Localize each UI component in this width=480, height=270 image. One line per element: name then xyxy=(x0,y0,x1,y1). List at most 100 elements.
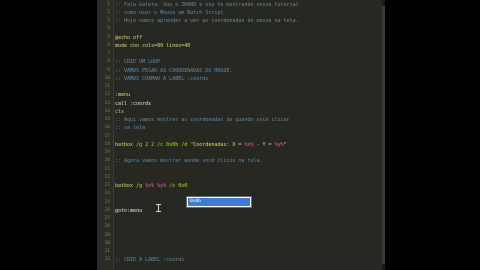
code-text: :: VAMOS PEGAR AS COORDENADAS DO MOUSE. xyxy=(115,67,232,75)
code-line[interactable]: 15:: Aqui vamos mostrar as coordenadas d… xyxy=(97,116,382,124)
line-number: 21 xyxy=(104,166,110,172)
code-line[interactable]: 29 xyxy=(97,232,382,240)
line-number: 7 xyxy=(107,51,110,56)
code-token: :: Fala Galera. Sou o ZHARD e vou te mos… xyxy=(115,1,299,8)
code-editor[interactable]: 1:: Fala Galera. Sou o ZHARD e vou te mo… xyxy=(97,0,385,270)
code-text: :: na tela xyxy=(115,124,145,132)
code-token: :: Aqui vamos mostrar as coordenadas de … xyxy=(115,117,290,123)
scrollbar-thumb[interactable] xyxy=(382,6,385,264)
line-number: 29 xyxy=(104,232,110,238)
line-number: 6 xyxy=(107,42,110,48)
code-text: :: CRIE UM LOOP xyxy=(115,58,160,66)
line-number: 23 xyxy=(104,183,110,188)
line-number: 17 xyxy=(104,133,110,139)
code-token: call :coords xyxy=(115,100,152,107)
code-token: :: Hoje vamos aprender a ver as coordena… xyxy=(115,18,299,24)
line-number: 9 xyxy=(107,67,110,73)
code-text: :: Aqui vamos mostrar as coordenadas de … xyxy=(115,116,290,124)
code-token: :: Agora vamos mostrar aonde você clicou… xyxy=(115,158,263,165)
code-text: goto:menu xyxy=(115,207,142,215)
code-line[interactable]: 11 xyxy=(97,83,382,91)
code-line[interactable]: 31 xyxy=(97,248,382,256)
code-text: batbox /g %x% %y% /c 0x0 xyxy=(115,182,187,190)
line-number: 20 xyxy=(104,158,110,164)
code-line[interactable]: 17 xyxy=(97,133,382,141)
code-line[interactable]: 6 mode con cols=80 lines=40 xyxy=(97,42,382,50)
code-text: :: CRIE A LABEL :coords xyxy=(115,256,184,264)
code-text: :menu xyxy=(115,91,130,99)
autocomplete-item[interactable]: 0x0b xyxy=(188,198,250,206)
code-line[interactable]: 4 xyxy=(97,25,382,33)
code-line[interactable]: 9:: VAMOS PEGAR AS COORDENADAS DO MOUSE. xyxy=(97,67,382,75)
code-text: @echo off xyxy=(115,34,142,42)
line-number: 11 xyxy=(104,84,110,89)
code-token: :: CRIE A LABEL :coords xyxy=(115,257,185,264)
code-line[interactable]: 18 batbox /g 2 2 /c 0x0b /d "Coordenadas:… xyxy=(97,141,382,149)
code-token: %y% xyxy=(274,141,284,148)
code-area[interactable]: 1:: Fala Galera. Sou o ZHARD e vou te mo… xyxy=(97,0,382,270)
line-number: 27 xyxy=(104,216,110,221)
code-token: batbox xyxy=(115,141,137,148)
line-number: 25 xyxy=(104,199,110,205)
autocomplete-popup[interactable]: 0x0b xyxy=(186,196,252,208)
code-line[interactable]: 1:: Fala Galera. Sou o ZHARD e vou te mo… xyxy=(97,1,382,9)
code-token: :: CRIE UM LOOP xyxy=(115,59,161,66)
code-text: :: VAMOS CHAMAR A LABEL :coords xyxy=(115,75,208,83)
code-line[interactable]: 12:menu xyxy=(97,91,382,99)
code-token: /g xyxy=(136,183,146,189)
vertical-scrollbar[interactable] xyxy=(382,0,385,270)
code-token: " xyxy=(283,141,287,148)
code-line[interactable]: 14 cls xyxy=(97,108,382,116)
line-number: 15 xyxy=(104,117,110,122)
code-token: mode con cols=80 lines=40 xyxy=(115,42,191,49)
code-text: :: Fala Galera. Sou o ZHARD e vou te mos… xyxy=(115,1,299,9)
line-number: 31 xyxy=(104,249,110,254)
code-text: :: como usar o Mouse em Batch Script xyxy=(115,9,223,17)
line-number: 4 xyxy=(107,26,110,32)
code-token: goto:menu xyxy=(115,207,143,214)
line-number: 10 xyxy=(104,75,110,81)
code-line[interactable]: 27 xyxy=(97,215,382,223)
code-token: :: como usar o Mouse em Batch Script xyxy=(115,9,224,16)
code-token: :: VAMOS CHAMAR A LABEL :coords xyxy=(115,75,209,82)
code-line[interactable]: 30 xyxy=(97,240,382,248)
line-number: 28 xyxy=(104,224,110,230)
code-line[interactable]: 19 xyxy=(97,149,382,157)
code-line[interactable]: 23 batbox /g %x% %y% /c 0x0 xyxy=(97,182,382,190)
code-token: cls xyxy=(115,108,125,115)
line-number: 14 xyxy=(104,108,110,114)
code-line[interactable]: 10:: VAMOS CHAMAR A LABEL :coords xyxy=(97,75,382,83)
code-token: batbox xyxy=(115,183,137,189)
code-token: /g 2 2 /c 0x0b /d xyxy=(136,141,191,148)
line-number: 30 xyxy=(104,240,110,246)
line-number: 18 xyxy=(104,141,110,147)
code-line[interactable]: 3:: Hoje vamos aprender a ver as coorden… xyxy=(97,17,382,25)
code-line[interactable]: 28 xyxy=(97,223,382,231)
line-number: 13 xyxy=(104,100,110,106)
code-token: %x% xyxy=(145,183,155,189)
code-line[interactable]: 22 xyxy=(97,174,382,182)
code-token: :: VAMOS PEGAR AS COORDENADAS DO MOUSE. xyxy=(115,67,233,74)
code-text: :: Hoje vamos aprender a ver as coordena… xyxy=(115,17,299,25)
line-number: 26 xyxy=(104,207,110,213)
line-number: 8 xyxy=(107,59,110,65)
line-number: 1 xyxy=(107,1,110,7)
code-text: call :coords xyxy=(115,100,151,108)
code-line[interactable]: 7 xyxy=(97,50,382,58)
code-text: cls xyxy=(115,108,124,116)
code-line[interactable]: 20:: Agora vamos mostrar aonde você clic… xyxy=(97,157,382,165)
code-token: - Y = xyxy=(253,141,275,148)
code-line[interactable]: 5 @echo off xyxy=(97,34,382,42)
code-line[interactable]: 13 call :coords xyxy=(97,100,382,108)
code-line[interactable]: 8:: CRIE UM LOOP xyxy=(97,58,382,66)
line-number: 2 xyxy=(107,9,110,15)
code-line[interactable]: 32:: CRIE A LABEL :coords xyxy=(97,256,382,264)
code-token: :: na tela xyxy=(115,125,146,132)
line-number: 16 xyxy=(104,125,110,131)
code-line[interactable]: 21 xyxy=(97,166,382,174)
code-token: @echo off xyxy=(115,34,143,41)
code-token: %y% xyxy=(157,183,167,189)
code-line[interactable]: 2:: como usar o Mouse em Batch Script xyxy=(97,9,382,17)
code-line[interactable]: 16:: na tela xyxy=(97,124,382,132)
code-text: mode con cols=80 lines=40 xyxy=(115,42,190,50)
